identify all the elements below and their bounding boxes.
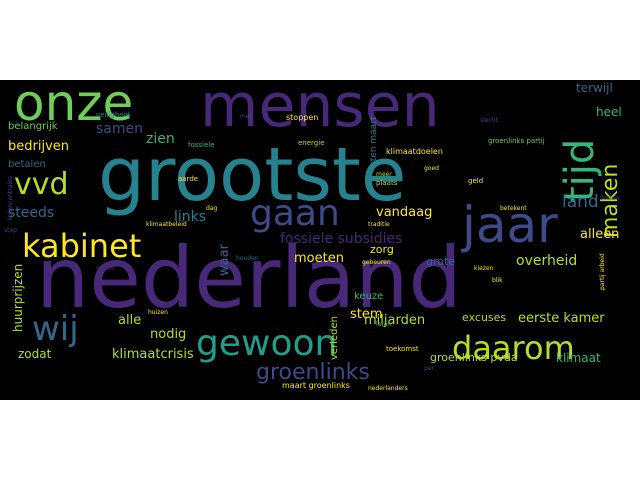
word-verleden: verleden (329, 316, 340, 360)
word-veiligheid: veiligheid (96, 111, 130, 119)
word-wij: wij (32, 309, 79, 349)
word-samen: samen (96, 121, 143, 137)
word-toekomst: toekomst (386, 345, 419, 353)
word-cloud: nederland grootste mensen onze jaar tijd… (0, 80, 640, 400)
word-goed: goed (424, 165, 439, 172)
word-alle: alle (118, 313, 142, 328)
word-stoppen: stoppen (286, 113, 319, 122)
word-betalen: betalen (8, 159, 46, 170)
word-zien: zien (146, 131, 175, 147)
word-gaan: gaan (250, 193, 340, 234)
word-betekent: betekent (500, 205, 527, 212)
word-heel: heel (596, 105, 622, 119)
word-zorg: zorg (370, 243, 394, 256)
word-groenlinks-partij: groenlinks partij (488, 137, 545, 145)
word-gewoon: gewoon (196, 323, 338, 364)
word-nederlanders: nederlanders (368, 385, 408, 392)
word-slecht: slecht (480, 117, 498, 124)
word-land: land (562, 192, 599, 212)
word-sten-maart: sten maart (369, 116, 379, 166)
word-mensen: mensen (200, 80, 440, 141)
word-geld: geld (468, 177, 484, 185)
word-huurprijzen: huurprijzen (11, 263, 25, 332)
word-steeds: steeds (8, 205, 55, 221)
word-groenlinks-pvda: groenlinks pvda (430, 351, 518, 364)
word-klimaatbeleid: klimaatbeleid (146, 221, 187, 228)
word-keuze: keuze (354, 291, 384, 302)
word-houden: houden (236, 255, 259, 262)
word-klimaatcrisis: klimaatcrisis (112, 347, 194, 362)
word-belangrijk: belangrijk (8, 121, 58, 132)
word-gebeuren: gebeuren (362, 259, 391, 266)
word-vvd: vvd (14, 167, 69, 202)
word-excuses: excuses (462, 311, 507, 324)
word-grote: grote (426, 255, 456, 268)
word-aarde: aarde (178, 175, 199, 183)
word-maakt: maakt (96, 265, 116, 272)
word-traditie: traditie (368, 221, 390, 228)
word-waar: waar (217, 244, 232, 276)
word-moeten: moeten (294, 251, 344, 266)
word-miljarden: miljarden (364, 313, 426, 328)
word-partij-arbeid: partij arbeid (599, 253, 606, 290)
word-mel: mel (240, 113, 252, 120)
word-meer: meer (376, 171, 392, 178)
word-klimaat: klimaat (556, 351, 601, 365)
word-blik: blik (492, 277, 503, 284)
word-per: per (424, 365, 434, 372)
word-energie: energie (298, 139, 325, 147)
word-overheid: overheid (516, 253, 578, 269)
word-laten: laten (376, 321, 392, 328)
word-kabinet: kabinet (22, 227, 142, 265)
word-terwijl: terwijl (576, 81, 613, 95)
word-eerste-kamer: eerste kamer (518, 311, 605, 326)
word-maart-groenlinks: maart groenlinks (282, 381, 350, 390)
word-zetten: zetten (600, 195, 620, 202)
word-stop: stop (4, 227, 17, 234)
word-nodig: nodig (150, 327, 187, 342)
word-kiezen: kiezen (474, 265, 494, 272)
word-fossiele: fossiele (188, 141, 215, 149)
word-dag: dag (206, 205, 218, 212)
word-bedrijven: bedrijven (8, 139, 70, 154)
word-klimaatdoelen: klimaatdoelen (386, 147, 443, 156)
word-kolencentrales: kolencentrales (7, 176, 14, 220)
word-plaats: plaats (376, 179, 398, 187)
word-alleen: alleen (580, 227, 620, 242)
word-zodat: zodat (18, 347, 52, 361)
word-huizen: huizen (148, 309, 168, 316)
word-vandaag: vandaag (376, 205, 433, 220)
